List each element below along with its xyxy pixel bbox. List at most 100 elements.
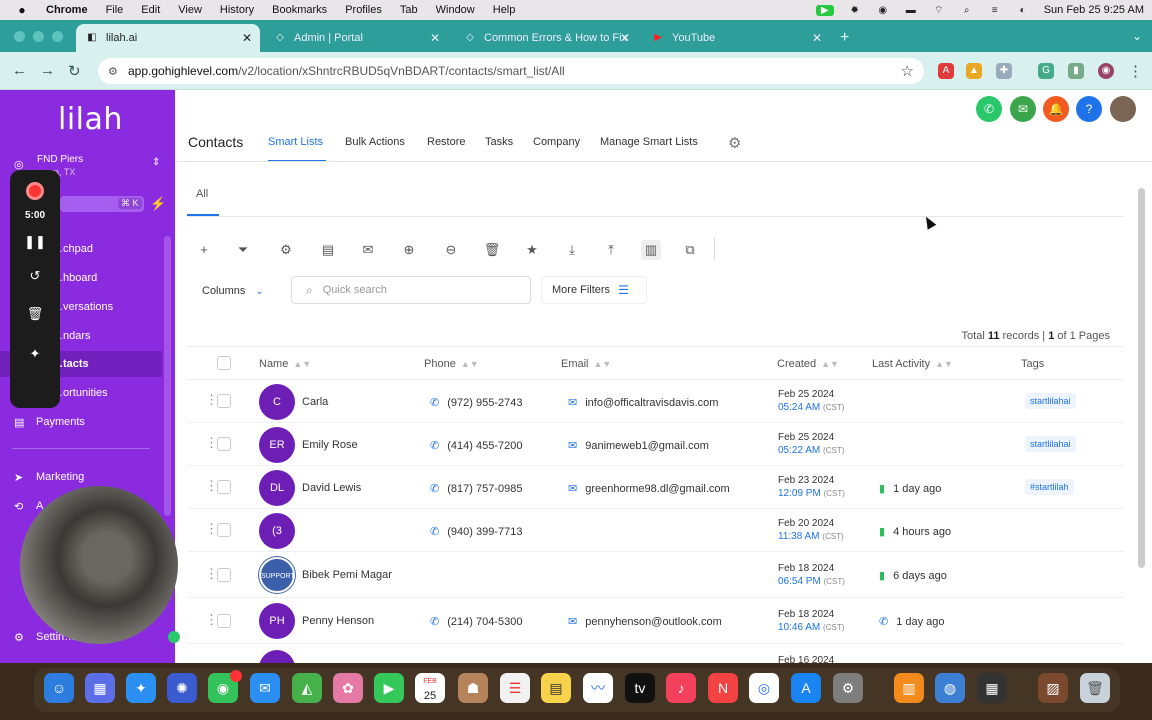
- notes-icon[interactable]: ▤: [541, 673, 571, 703]
- menu-clock[interactable]: Sun Feb 25 9:25 AM: [1044, 4, 1144, 16]
- column-header-tags[interactable]: Tags: [1021, 358, 1044, 370]
- tab-common-errors[interactable]: ◇ Common Errors & How to Fix ✕: [454, 24, 638, 52]
- control-center-icon[interactable]: ≡: [988, 5, 1002, 16]
- add-contact-icon[interactable]: +: [194, 240, 214, 260]
- phone-call-button[interactable]: ✆: [976, 96, 1002, 122]
- smart-list-all-tab[interactable]: All: [196, 188, 208, 200]
- sidebar-scrollbar[interactable]: [164, 236, 171, 516]
- contact-name[interactable]: Bibek Pemi Magar: [302, 569, 392, 581]
- help-button[interactable]: ?: [1076, 96, 1102, 122]
- gear-status-icon[interactable]: ✹: [848, 5, 862, 16]
- announcements-button[interactable]: ✉: [1010, 96, 1036, 122]
- tab-tasks[interactable]: Tasks: [485, 136, 513, 148]
- trash-icon[interactable]: 🗑: [1080, 673, 1110, 703]
- side-panel-icon[interactable]: ▮: [1068, 63, 1084, 79]
- contact-name[interactable]: David Lewis: [302, 482, 361, 494]
- contact-name[interactable]: Penny Henson: [302, 615, 374, 627]
- puzzle-extension-icon[interactable]: ✚: [996, 63, 1012, 79]
- table-row[interactable]: ⋮ PH Penny Henson ✆ (214) 704-5300 ✉ penny…: [187, 598, 1124, 644]
- apple-icon[interactable]: ●: [14, 3, 30, 17]
- chrome-icon[interactable]: ◎: [749, 673, 779, 703]
- select-all-checkbox[interactable]: [217, 356, 231, 370]
- effects-icon[interactable]: ✦: [10, 346, 60, 362]
- google-extension-icon[interactable]: G: [1038, 63, 1054, 79]
- contact-phone[interactable]: ✆ (214) 704-5300: [430, 615, 522, 628]
- contact-phone[interactable]: ✆ (940) 399-7713: [430, 525, 522, 538]
- row-checkbox[interactable]: [217, 437, 231, 451]
- screen-record-icon[interactable]: ◉: [876, 5, 890, 16]
- chevron-updown-icon[interactable]: ⇕: [152, 157, 160, 168]
- menu-edit[interactable]: Edit: [141, 4, 160, 16]
- delete-icon[interactable]: 🗑: [482, 240, 502, 260]
- column-header-last-activity[interactable]: Last Activity ▲▼: [872, 358, 953, 370]
- tag-badge[interactable]: startlilahai: [1025, 436, 1076, 452]
- music-icon[interactable]: ♪: [666, 673, 696, 703]
- system-settings-icon[interactable]: ⚙: [833, 673, 863, 703]
- chrome-menu-icon[interactable]: ⋮: [1128, 62, 1143, 80]
- tab-youtube[interactable]: ▶ YouTube ✕: [642, 24, 830, 52]
- table-row[interactable]: ⋮ SUPPORT Bibek Pemi Magar Feb 18 2024 06…: [187, 552, 1124, 598]
- tab-smart-lists[interactable]: Smart Lists: [268, 136, 323, 148]
- row-checkbox[interactable]: [217, 480, 231, 494]
- row-checkbox[interactable]: [217, 568, 231, 582]
- settings-app-icon[interactable]: ✺: [167, 673, 197, 703]
- close-tab-icon[interactable]: ✕: [242, 31, 252, 45]
- webcam-bubble[interactable]: [20, 486, 178, 644]
- delete-recording-icon[interactable]: 🗑: [10, 306, 60, 322]
- tab-admin-portal[interactable]: ◇ Admin | Portal ✕: [264, 24, 448, 52]
- quick-action-bolt-icon[interactable]: ⚡: [150, 196, 166, 212]
- contact-email[interactable]: ✉ greenhorme98.dl@gmail.com: [568, 482, 730, 495]
- sidebar-item-payments[interactable]: Payments: [36, 416, 85, 428]
- close-tab-icon[interactable]: ✕: [620, 31, 630, 45]
- contact-email[interactable]: ✉ info@officaltravisdavis.com: [568, 396, 718, 409]
- table-row[interactable]: ⋮ ER Emily Rose ✆ (414) 455-7200 ✉ 9animew…: [187, 423, 1124, 466]
- downloads-stack-icon[interactable]: ▨: [1038, 673, 1068, 703]
- review-star-icon[interactable]: ★: [522, 240, 542, 260]
- row-checkbox[interactable]: [217, 614, 231, 628]
- bookmark-star-icon[interactable]: ☆: [901, 62, 914, 80]
- automation-robot-icon[interactable]: ⚙: [276, 240, 296, 260]
- tag-badge[interactable]: #startlilah: [1025, 479, 1074, 495]
- page-scrollbar[interactable]: [1138, 188, 1145, 568]
- column-header-name[interactable]: Name ▲▼: [259, 358, 311, 370]
- record-stop-button[interactable]: [26, 182, 44, 200]
- column-header-email[interactable]: Email ▲▼: [561, 358, 611, 370]
- calculator-icon[interactable]: ▦: [977, 673, 1007, 703]
- news-icon[interactable]: N: [708, 673, 738, 703]
- row-checkbox[interactable]: [217, 523, 231, 537]
- sidebar-item-marketing[interactable]: Marketing: [36, 471, 84, 483]
- siri-icon[interactable]: ◐: [1016, 5, 1030, 16]
- site-info-icon[interactable]: ⚙: [108, 65, 120, 78]
- menu-bookmarks[interactable]: Bookmarks: [272, 4, 327, 16]
- more-filters-button[interactable]: More Filters ☰: [541, 276, 647, 304]
- forward-button[interactable]: →: [40, 62, 55, 79]
- menu-view[interactable]: View: [178, 4, 202, 16]
- mail-icon[interactable]: ✉: [250, 673, 280, 703]
- adblock-extension-icon[interactable]: A: [938, 63, 954, 79]
- remove-tag-icon[interactable]: ⊖: [441, 240, 461, 260]
- back-button[interactable]: ←: [12, 62, 27, 79]
- contact-email[interactable]: ✉ 9animeweb1@gmail.com: [568, 439, 709, 452]
- tab-company[interactable]: Company: [533, 136, 580, 148]
- calendar-icon[interactable]: FEB 25: [415, 673, 445, 703]
- user-avatar[interactable]: [1110, 96, 1136, 122]
- photos-icon[interactable]: ✿: [333, 673, 363, 703]
- email-icon[interactable]: ✉: [358, 240, 378, 260]
- contact-email[interactable]: ✉ pennyhenson@outlook.com: [568, 615, 722, 628]
- sidebar-item-opportunities[interactable]: …ortunities: [52, 387, 108, 399]
- table-row[interactable]: JB Feb 16 2024: [187, 644, 1124, 663]
- table-row[interactable]: ⋮ (3 ✆ (940) 399-7713 Feb 20 2024 11:38 AM…: [187, 509, 1124, 552]
- safari-icon[interactable]: ✦: [126, 673, 156, 703]
- close-window-button[interactable]: [14, 31, 25, 42]
- tab-bulk-actions[interactable]: Bulk Actions: [345, 136, 405, 148]
- contact-phone[interactable]: ✆ (414) 455-7200: [430, 439, 522, 452]
- close-tab-icon[interactable]: ✕: [812, 31, 822, 45]
- columns-dropdown[interactable]: Columns ⌄: [188, 278, 282, 304]
- tab-restore[interactable]: Restore: [427, 136, 466, 148]
- facetime-icon[interactable]: ▶: [815, 4, 834, 16]
- contact-phone[interactable]: ✆ (817) 757-0985: [430, 482, 522, 495]
- contact-name[interactable]: Emily Rose: [302, 439, 358, 451]
- freeform-icon[interactable]: 〰: [583, 673, 613, 703]
- restart-icon[interactable]: ↺: [10, 268, 60, 284]
- wifi-icon[interactable]: ⌔: [932, 5, 946, 16]
